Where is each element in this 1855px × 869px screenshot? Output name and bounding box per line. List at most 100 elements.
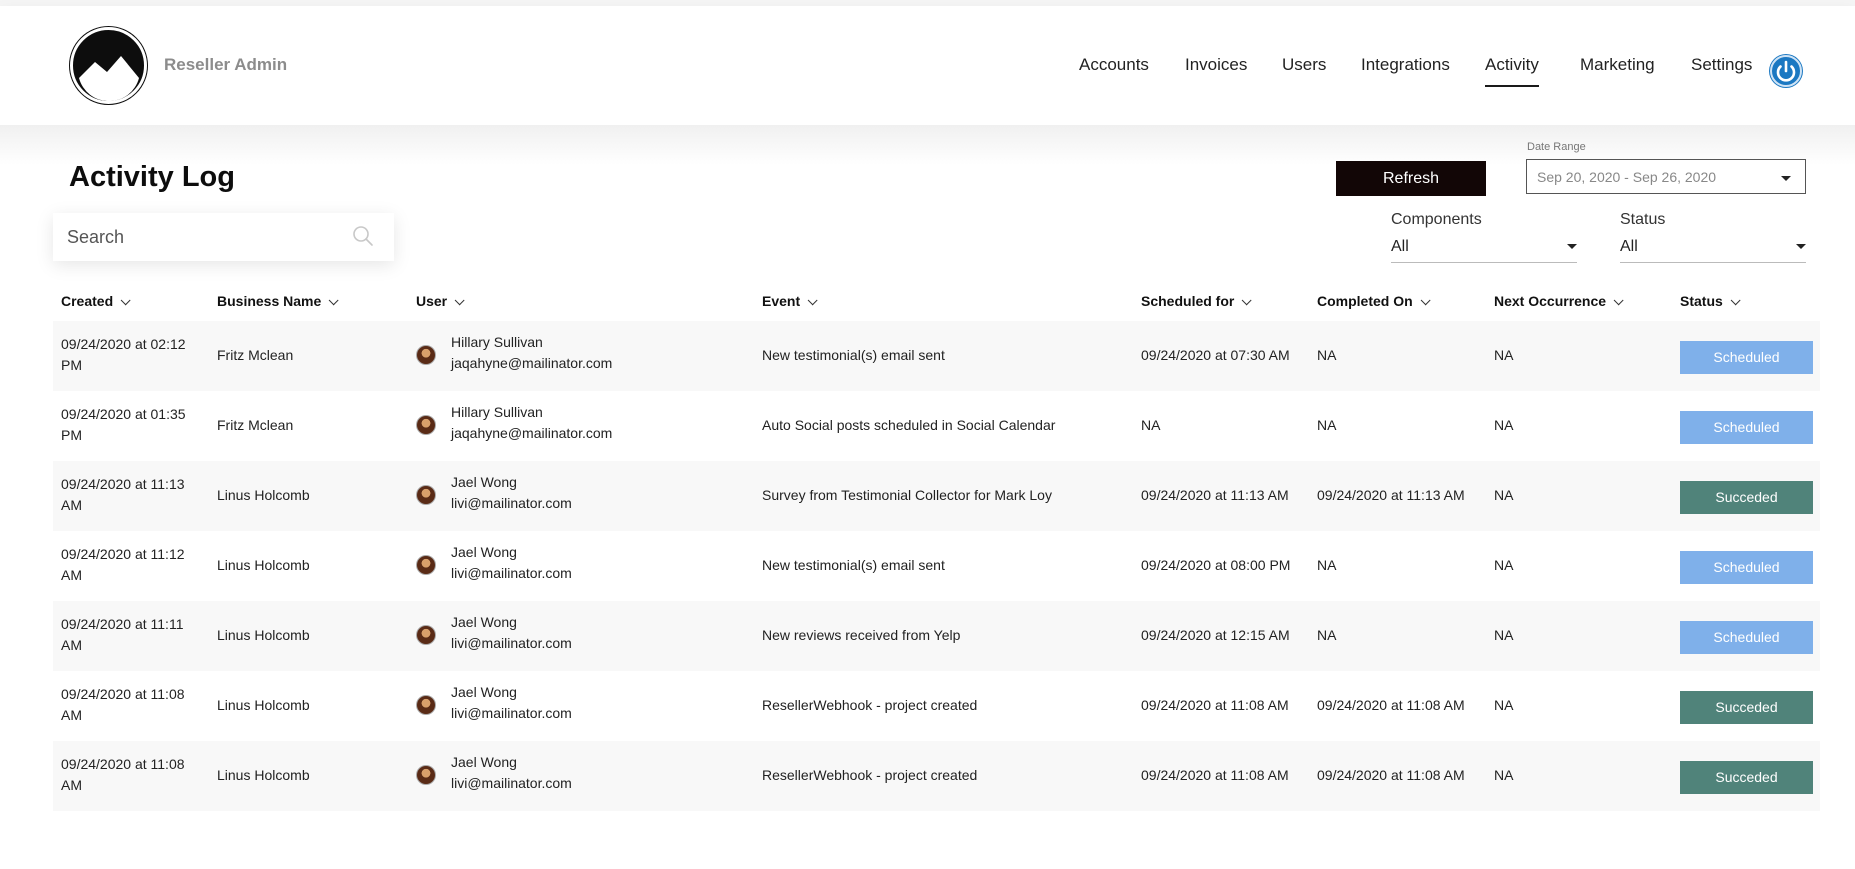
- chevron-down-icon: [328, 295, 339, 306]
- cell-scheduled-for: 09/24/2020 at 11:08 AM: [1141, 697, 1289, 713]
- cell-next-occurrence: NA: [1494, 487, 1514, 503]
- page-title: Activity Log: [69, 161, 235, 193]
- cell-next-occurrence: NA: [1494, 697, 1514, 713]
- cell-event: Auto Social posts scheduled in Social Ca…: [762, 417, 1056, 433]
- components-filter[interactable]: Components All: [1391, 211, 1577, 263]
- refresh-button[interactable]: Refresh: [1336, 161, 1486, 196]
- table-row[interactable]: 09/24/2020 at 11:13 AM Linus Holcomb Jae…: [53, 461, 1820, 531]
- caret-down-icon: [1567, 244, 1577, 249]
- cell-user-email: livi@mailinator.com: [451, 565, 572, 581]
- chevron-down-icon: [120, 295, 131, 306]
- date-range-label: Date Range: [1527, 141, 1586, 153]
- table-row[interactable]: 09/24/2020 at 11:11 AM Linus Holcomb Jae…: [53, 601, 1820, 671]
- status-badge: Scheduled: [1680, 341, 1813, 374]
- cell-event: New testimonial(s) email sent: [762, 347, 945, 363]
- cell-scheduled-for: 09/24/2020 at 11:13 AM: [1141, 487, 1289, 503]
- cell-user-name: Hillary Sullivan: [451, 404, 543, 420]
- cell-user-name: Jael Wong: [451, 544, 517, 560]
- cell-next-occurrence: NA: [1494, 417, 1514, 433]
- nav-item-marketing[interactable]: Marketing: [1580, 55, 1655, 75]
- cell-scheduled-for: 09/24/2020 at 12:15 AM: [1141, 627, 1290, 643]
- cell-business-name: Linus Holcomb: [217, 697, 310, 713]
- search-input[interactable]: [67, 225, 337, 249]
- cell-completed-on: NA: [1317, 347, 1337, 363]
- cell-user-email: livi@mailinator.com: [451, 495, 572, 511]
- cell-business-name: Fritz Mclean: [217, 347, 294, 363]
- search-icon[interactable]: [352, 225, 374, 247]
- nav-item-settings[interactable]: Settings: [1691, 55, 1752, 75]
- table-row[interactable]: 09/24/2020 at 11:12 AM Linus Holcomb Jae…: [53, 531, 1820, 601]
- nav-item-invoices[interactable]: Invoices: [1185, 55, 1247, 75]
- cell-event: Survey from Testimonial Collector for Ma…: [762, 487, 1052, 503]
- cell-completed-on: NA: [1317, 557, 1337, 573]
- cell-created: 09/24/2020 at 02:12 PM: [61, 336, 186, 373]
- header-next-occurrence[interactable]: Next Occurrence: [1494, 293, 1624, 309]
- cell-scheduled-for: 09/24/2020 at 07:30 AM: [1141, 347, 1290, 363]
- header-scheduled-for[interactable]: Scheduled for: [1141, 293, 1252, 309]
- nav-item-users[interactable]: Users: [1282, 55, 1326, 75]
- status-filter-value: All: [1620, 238, 1638, 255]
- cell-business-name: Linus Holcomb: [217, 767, 310, 783]
- header-business-name[interactable]: Business Name: [217, 293, 339, 309]
- chevron-down-icon: [454, 295, 465, 306]
- table-row[interactable]: 09/24/2020 at 11:08 AM Linus Holcomb Jae…: [53, 741, 1820, 811]
- nav-item-accounts[interactable]: Accounts: [1079, 55, 1149, 75]
- user-avatar: [416, 345, 436, 365]
- header-completed-on[interactable]: Completed On: [1317, 293, 1431, 309]
- cell-user-name: Hillary Sullivan: [451, 334, 543, 350]
- user-avatar: [416, 555, 436, 575]
- activity-table: Created Business Name User Event Schedul…: [53, 285, 1820, 811]
- header-created[interactable]: Created: [61, 293, 131, 309]
- cell-event: ResellerWebhook - project created: [762, 697, 978, 713]
- cell-next-occurrence: NA: [1494, 767, 1514, 783]
- cell-business-name: Linus Holcomb: [217, 557, 310, 573]
- cell-user-name: Jael Wong: [451, 474, 517, 490]
- chevron-down-icon: [1613, 295, 1624, 306]
- cell-completed-on: NA: [1317, 627, 1337, 643]
- cell-created: 09/24/2020 at 11:08 AM: [61, 756, 185, 793]
- status-badge: Scheduled: [1680, 411, 1813, 444]
- cell-event: New reviews received from Yelp: [762, 627, 961, 643]
- main-content: Activity Log Refresh Date Range Sep 20, …: [0, 125, 1855, 869]
- cell-business-name: Linus Holcomb: [217, 627, 310, 643]
- status-filter-underline: [1620, 262, 1806, 263]
- cell-created: 09/24/2020 at 11:11 AM: [61, 616, 184, 653]
- cell-event: New testimonial(s) email sent: [762, 557, 945, 573]
- cell-next-occurrence: NA: [1494, 347, 1514, 363]
- caret-down-icon: [1781, 176, 1791, 181]
- user-avatar: [416, 625, 436, 645]
- main-nav: Accounts Invoices Users Integrations Act…: [0, 55, 1855, 95]
- cell-user-name: Jael Wong: [451, 754, 517, 770]
- power-icon[interactable]: [1769, 54, 1803, 88]
- nav-item-integrations[interactable]: Integrations: [1361, 55, 1450, 75]
- date-range-select[interactable]: Sep 20, 2020 - Sep 26, 2020: [1526, 159, 1806, 194]
- cell-created: 09/24/2020 at 01:35 PM: [61, 406, 186, 443]
- chevron-down-icon: [1420, 295, 1431, 306]
- cell-business-name: Linus Holcomb: [217, 487, 310, 503]
- cell-user-name: Jael Wong: [451, 614, 517, 630]
- chevron-down-icon: [1730, 295, 1741, 306]
- status-badge: Succeded: [1680, 761, 1813, 794]
- components-filter-underline: [1391, 262, 1577, 263]
- cell-created: 09/24/2020 at 11:08 AM: [61, 686, 185, 723]
- nav-item-activity[interactable]: Activity: [1485, 55, 1539, 87]
- cell-user-email: livi@mailinator.com: [451, 705, 572, 721]
- components-filter-value: All: [1391, 238, 1409, 255]
- table-row[interactable]: 09/24/2020 at 02:12 PM Fritz Mclean Hill…: [53, 321, 1820, 391]
- status-badge: Scheduled: [1680, 551, 1813, 584]
- user-avatar: [416, 765, 436, 785]
- header-status[interactable]: Status: [1680, 293, 1741, 309]
- cell-created: 09/24/2020 at 11:13 AM: [61, 476, 185, 513]
- search-box: [53, 213, 394, 261]
- status-filter[interactable]: Status All: [1620, 211, 1806, 263]
- chevron-down-icon: [1242, 295, 1252, 306]
- table-row[interactable]: 09/24/2020 at 01:35 PM Fritz Mclean Hill…: [53, 391, 1820, 461]
- user-avatar: [416, 415, 436, 435]
- top-navigation-bar: Reseller Admin Accounts Invoices Users I…: [0, 6, 1855, 125]
- cell-next-occurrence: NA: [1494, 627, 1514, 643]
- table-row[interactable]: 09/24/2020 at 11:08 AM Linus Holcomb Jae…: [53, 671, 1820, 741]
- header-event[interactable]: Event: [762, 293, 818, 309]
- status-badge: Scheduled: [1680, 621, 1813, 654]
- cell-completed-on: 09/24/2020 at 11:13 AM: [1317, 487, 1465, 503]
- header-user[interactable]: User: [416, 293, 465, 309]
